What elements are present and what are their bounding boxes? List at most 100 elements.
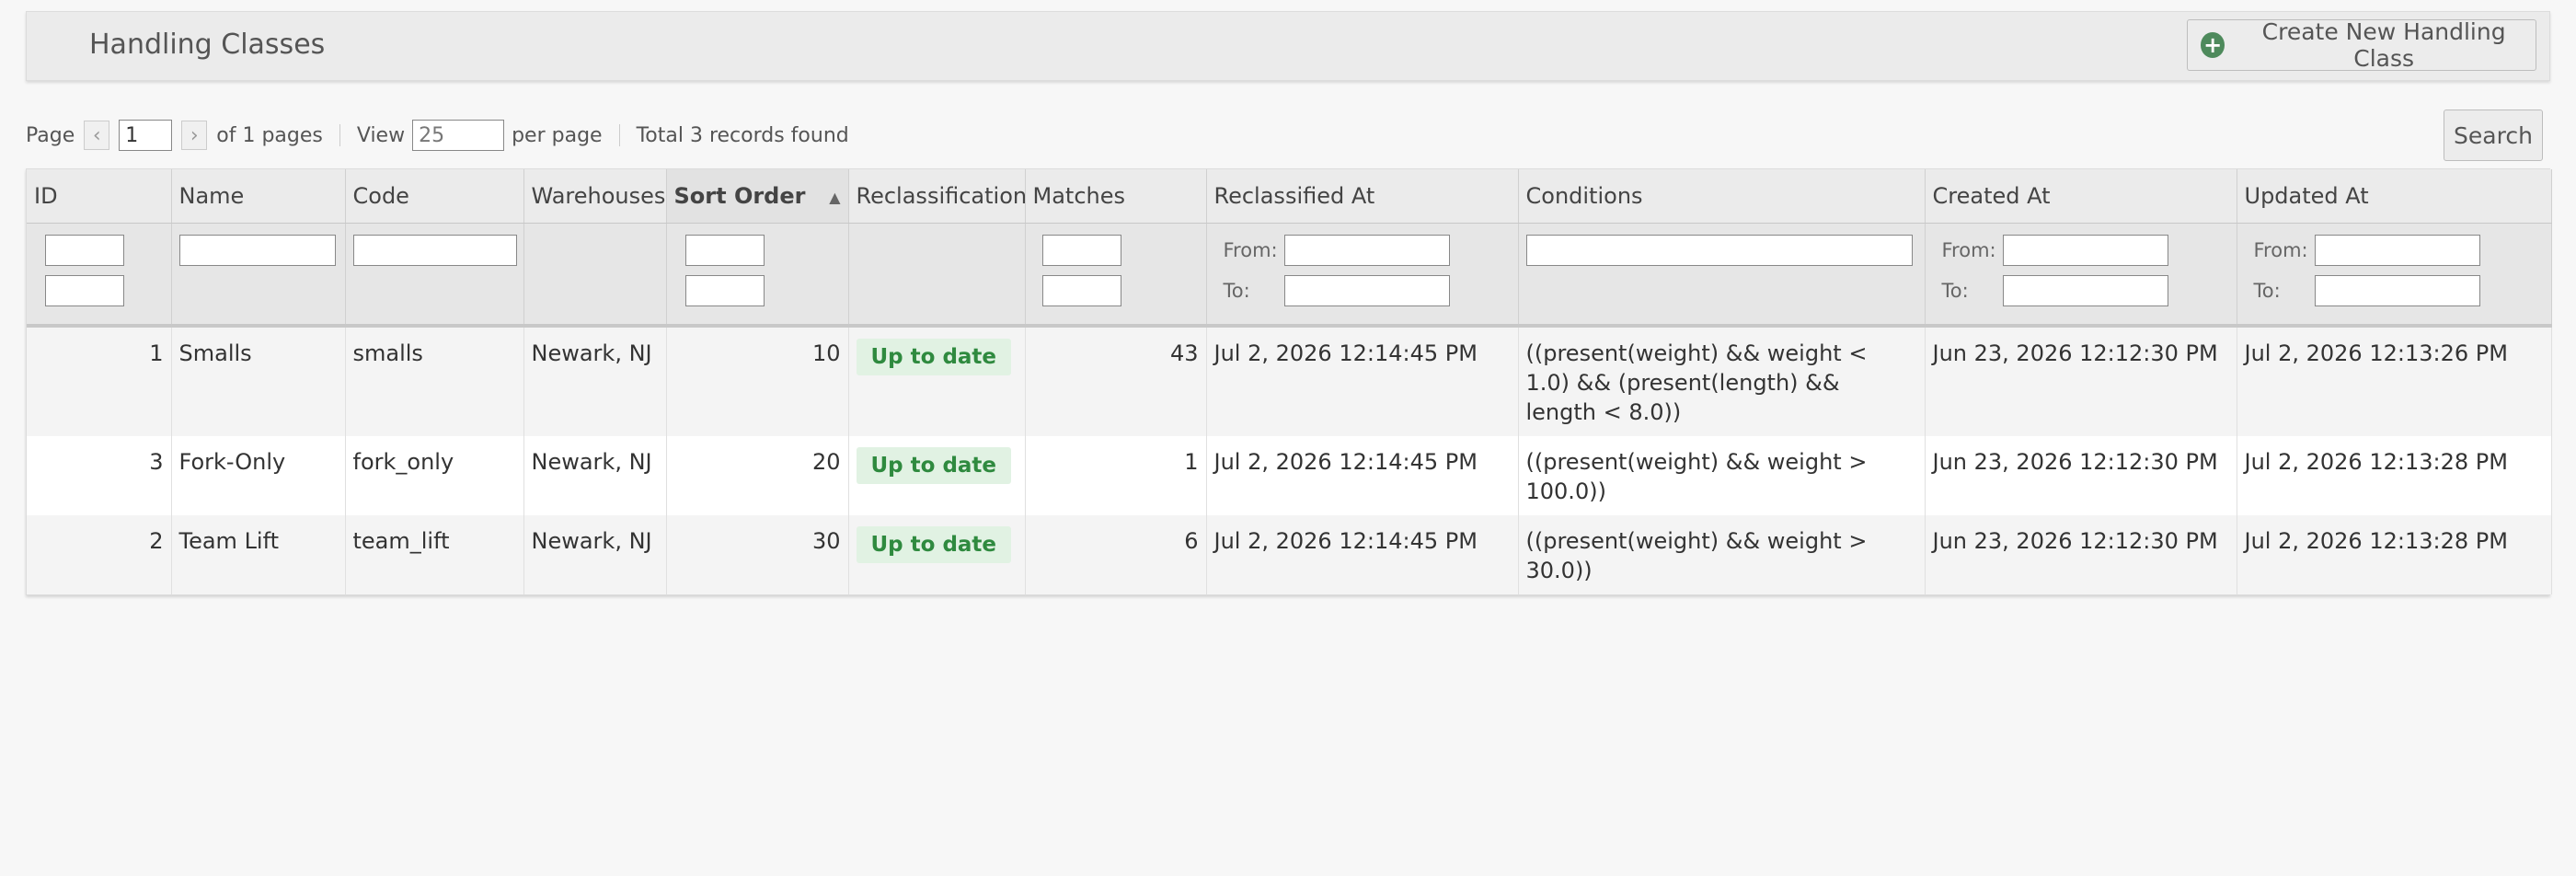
column-header-warehouses[interactable]: Warehouses bbox=[523, 169, 667, 224]
filter-reclassified-at-from-input[interactable] bbox=[1283, 234, 1450, 266]
filter-id-cell bbox=[27, 223, 172, 328]
view-label: View bbox=[356, 123, 406, 147]
filter-conditions-cell bbox=[1518, 223, 1926, 328]
cell-reclassification: Up to date bbox=[848, 436, 1026, 515]
column-header-matches[interactable]: Matches bbox=[1025, 169, 1207, 224]
column-header-id[interactable]: ID bbox=[27, 169, 172, 224]
filter-updated-at-cell: From: To: bbox=[2237, 223, 2552, 328]
page-number-input[interactable] bbox=[119, 120, 173, 151]
status-badge: Up to date bbox=[856, 447, 1012, 484]
chevron-right-icon[interactable]: › bbox=[181, 121, 208, 150]
filter-reclassified-at-cell: From: To: bbox=[1206, 223, 1519, 328]
cell-name[interactable]: Fork-Only bbox=[171, 436, 346, 515]
cell-created-at: Jun 23, 2026 12:12:30 PM bbox=[1925, 326, 2237, 436]
handling-classes-grid: ID Name Code Warehouses Sort Order ▲ Recl… bbox=[26, 168, 2552, 595]
cell-code: team_lift bbox=[345, 515, 524, 594]
filter-created-at-to-input[interactable] bbox=[2002, 274, 2168, 306]
divider bbox=[339, 124, 340, 146]
cell-warehouses: Newark, NJ bbox=[523, 436, 667, 515]
cell-id: 2 bbox=[27, 515, 172, 594]
cell-matches: 43 bbox=[1025, 326, 1207, 436]
filter-id-max-input[interactable] bbox=[45, 274, 124, 306]
cell-created-at: Jun 23, 2026 12:12:30 PM bbox=[1925, 515, 2237, 594]
to-label: To: bbox=[2253, 279, 2281, 302]
cell-id: 1 bbox=[27, 326, 172, 436]
cell-reclassified-at: Jul 2, 2026 12:14:45 PM bbox=[1206, 326, 1519, 436]
to-label: To: bbox=[1941, 279, 1969, 302]
cell-conditions: ((present(weight) && weight > 100.0)) bbox=[1518, 436, 1926, 515]
cell-matches: 6 bbox=[1025, 515, 1207, 594]
table-row[interactable]: 1 Smalls smalls Newark, NJ 10 Up to date… bbox=[27, 326, 2552, 436]
filter-matches-cell bbox=[1025, 223, 1207, 328]
cell-conditions: ((present(weight) && weight > 30.0)) bbox=[1518, 515, 1926, 594]
cell-sort-order: 30 bbox=[666, 515, 849, 594]
column-header-sort-order-label: Sort Order bbox=[673, 182, 806, 209]
cell-sort-order: 10 bbox=[666, 326, 849, 436]
filter-id-min-input[interactable] bbox=[45, 234, 124, 266]
filter-updated-at-to-input[interactable] bbox=[2314, 274, 2480, 306]
column-header-reclassification[interactable]: Reclassification bbox=[848, 169, 1026, 224]
column-header-conditions[interactable]: Conditions bbox=[1518, 169, 1926, 224]
per-page-input[interactable] bbox=[412, 120, 505, 151]
cell-created-at: Jun 23, 2026 12:12:30 PM bbox=[1925, 436, 2237, 515]
from-label: From: bbox=[1223, 238, 1278, 261]
cell-warehouses: Newark, NJ bbox=[523, 515, 667, 594]
cell-code: fork_only bbox=[345, 436, 524, 515]
cell-updated-at: Jul 2, 2026 12:13:28 PM bbox=[2237, 436, 2552, 515]
create-button-label: Create New Handling Class bbox=[2261, 18, 2506, 72]
per-page-label: per page bbox=[512, 123, 603, 147]
cell-reclassification: Up to date bbox=[848, 326, 1026, 436]
filter-code-input[interactable] bbox=[352, 234, 517, 266]
status-badge: Up to date bbox=[856, 526, 1012, 563]
table-row[interactable]: 2 Team Lift team_lift Newark, NJ 30 Up t… bbox=[27, 515, 2552, 594]
filter-sort-order-max-input[interactable] bbox=[684, 274, 765, 306]
cell-conditions: ((present(weight) && weight < 1.0) && (p… bbox=[1518, 326, 1926, 436]
search-button[interactable]: Search bbox=[2444, 110, 2543, 161]
filter-reclassification-cell bbox=[848, 223, 1026, 328]
plus-circle-icon: + bbox=[2201, 32, 2225, 58]
column-header-name[interactable]: Name bbox=[171, 169, 346, 224]
cell-reclassified-at: Jul 2, 2026 12:14:45 PM bbox=[1206, 515, 1519, 594]
filter-code-cell bbox=[345, 223, 524, 328]
divider bbox=[618, 124, 620, 146]
filter-name-cell bbox=[171, 223, 346, 328]
cell-reclassified-at: Jul 2, 2026 12:14:45 PM bbox=[1206, 436, 1519, 515]
status-badge: Up to date bbox=[856, 339, 1012, 375]
filter-created-at-cell: From: To: bbox=[1925, 223, 2237, 328]
cell-name[interactable]: Smalls bbox=[171, 326, 346, 436]
cell-updated-at: Jul 2, 2026 12:13:28 PM bbox=[2237, 515, 2552, 594]
column-header-updated-at[interactable]: Updated At bbox=[2237, 169, 2552, 224]
column-header-code[interactable]: Code bbox=[345, 169, 524, 224]
column-header-reclassified-at[interactable]: Reclassified At bbox=[1206, 169, 1519, 224]
from-label: From: bbox=[2253, 238, 2308, 261]
cell-updated-at: Jul 2, 2026 12:13:26 PM bbox=[2237, 326, 2552, 436]
filter-name-input[interactable] bbox=[178, 234, 336, 266]
cell-name[interactable]: Team Lift bbox=[171, 515, 346, 594]
filter-matches-max-input[interactable] bbox=[1041, 274, 1121, 306]
filter-created-at-from-input[interactable] bbox=[2002, 234, 2168, 266]
cell-warehouses: Newark, NJ bbox=[523, 326, 667, 436]
table-row[interactable]: 3 Fork-Only fork_only Newark, NJ 20 Up t… bbox=[27, 436, 2552, 515]
cell-code: smalls bbox=[345, 326, 524, 436]
filter-row: From: To: From: To: From: To: bbox=[27, 223, 2552, 328]
filter-warehouses-cell bbox=[523, 223, 667, 328]
filter-matches-min-input[interactable] bbox=[1041, 234, 1121, 266]
create-new-handling-class-button[interactable]: + Create New Handling Class bbox=[2187, 18, 2536, 72]
sort-ascending-icon: ▲ bbox=[829, 188, 841, 206]
cell-sort-order: 20 bbox=[666, 436, 849, 515]
cell-reclassification: Up to date bbox=[848, 515, 1026, 594]
filter-conditions-input[interactable] bbox=[1525, 234, 1913, 266]
to-label: To: bbox=[1223, 279, 1250, 302]
total-records-text: Total 3 records found bbox=[636, 123, 849, 147]
cell-id: 3 bbox=[27, 436, 172, 515]
page-label: Page bbox=[26, 123, 75, 147]
filter-sort-order-min-input[interactable] bbox=[684, 234, 765, 266]
filter-updated-at-from-input[interactable] bbox=[2314, 234, 2480, 266]
pagination-bar: Page ‹ › of 1 pages View per page Total … bbox=[26, 118, 1130, 153]
filter-reclassified-at-to-input[interactable] bbox=[1283, 274, 1450, 306]
chevron-left-icon[interactable]: ‹ bbox=[84, 121, 110, 150]
column-header-created-at[interactable]: Created At bbox=[1925, 169, 2237, 224]
column-header-sort-order[interactable]: Sort Order ▲ bbox=[666, 169, 849, 224]
of-pages-text: of 1 pages bbox=[216, 123, 323, 147]
cell-matches: 1 bbox=[1025, 436, 1207, 515]
